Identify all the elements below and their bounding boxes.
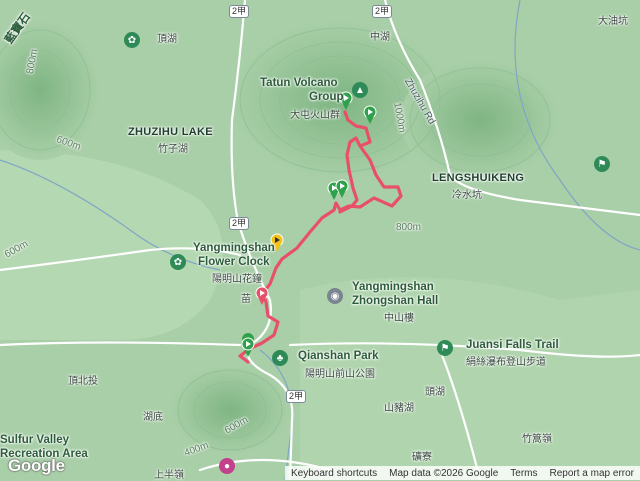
label-qianshan-park[interactable]: Qianshan Park xyxy=(298,350,379,362)
label-dingbeitou: 頂北投 xyxy=(68,376,98,387)
map-data-attribution: Map data ©2026 Google xyxy=(389,467,499,479)
mountain-relief xyxy=(170,365,290,455)
label-lengshuikeng-zh: 冷水坑 xyxy=(452,190,482,201)
label-qianshan-zh: 陽明山前山公園 xyxy=(305,369,375,380)
flower-icon[interactable]: ✿ xyxy=(170,254,186,270)
label-tatun-volcano-2[interactable]: Group xyxy=(309,91,344,103)
label-touhu: 頭湖 xyxy=(425,387,445,398)
map-canvas[interactable] xyxy=(0,0,640,480)
route-shield: 2甲 xyxy=(229,5,250,18)
landmark-icon[interactable]: ◉ xyxy=(327,288,343,304)
label-sulfur-valley[interactable]: Sulfur Valley xyxy=(0,434,69,446)
label-shanzhuhu: 山豬湖 xyxy=(384,403,414,414)
terms-link[interactable]: Terms xyxy=(504,468,543,479)
label-huoliao: 礦寮 xyxy=(412,452,432,463)
label-juansi-zh: 絹絲瀑布登山步道 xyxy=(466,357,546,368)
label-tatun-volcano[interactable]: Tatun Volcano xyxy=(260,77,338,89)
hiking-icon[interactable]: ⚑ xyxy=(437,340,453,356)
label-dingyu: 頂湖 xyxy=(157,34,177,45)
keyboard-shortcuts-link[interactable]: Keyboard shortcuts xyxy=(285,468,383,479)
route-shield: 2甲 xyxy=(229,217,250,230)
label-zhonghu: 中湖 xyxy=(370,32,390,43)
label-zhuzihu-lake: ZHUZIHU LAKE xyxy=(128,126,213,138)
hiking-icon[interactable]: ⚑ xyxy=(594,156,610,172)
label-flower-clock[interactable]: Yangmingshan xyxy=(193,242,275,254)
label-shangbanling: 上半嶺 xyxy=(154,470,184,481)
label-zhugaoling: 竹篙嶺 xyxy=(522,434,552,445)
map-footer: Keyboard shortcuts Map data ©2026 Google… xyxy=(284,466,640,480)
tree-icon[interactable]: ♣ xyxy=(272,350,288,366)
label-zhongshan-hall-zh: 中山樓 xyxy=(384,313,414,324)
report-error-link[interactable]: Report a map error xyxy=(544,468,640,479)
route-shield: 2甲 xyxy=(372,5,393,18)
mountain-icon[interactable]: ▲ xyxy=(352,82,368,98)
label-dayoukeng: 大油坑 xyxy=(598,16,628,27)
label-flower-clock-zh: 陽明山花鐘 xyxy=(212,274,262,285)
label-juansi-falls[interactable]: Juansi Falls Trail xyxy=(466,339,559,351)
contour-label: 800m xyxy=(396,222,422,233)
label-miao: 苗 xyxy=(241,294,251,305)
route-shield: 2甲 xyxy=(286,390,307,403)
shopping-icon[interactable]: ● xyxy=(219,458,235,474)
label-zhongshan-hall-2[interactable]: Zhongshan Hall xyxy=(352,295,438,307)
label-lengshuikeng: LENGSHUIKENG xyxy=(432,172,525,184)
label-zhuzihu-zh: 竹子湖 xyxy=(158,144,188,155)
label-flower-clock-2[interactable]: Flower Clock xyxy=(198,256,270,268)
label-tatun-zh: 大屯火山群 xyxy=(290,110,340,121)
google-logo: Google xyxy=(8,456,65,475)
label-hudi: 湖底 xyxy=(143,412,163,423)
label-zhongshan-hall[interactable]: Yangmingshan xyxy=(352,281,434,293)
flower-icon[interactable]: ✿ xyxy=(124,32,140,48)
